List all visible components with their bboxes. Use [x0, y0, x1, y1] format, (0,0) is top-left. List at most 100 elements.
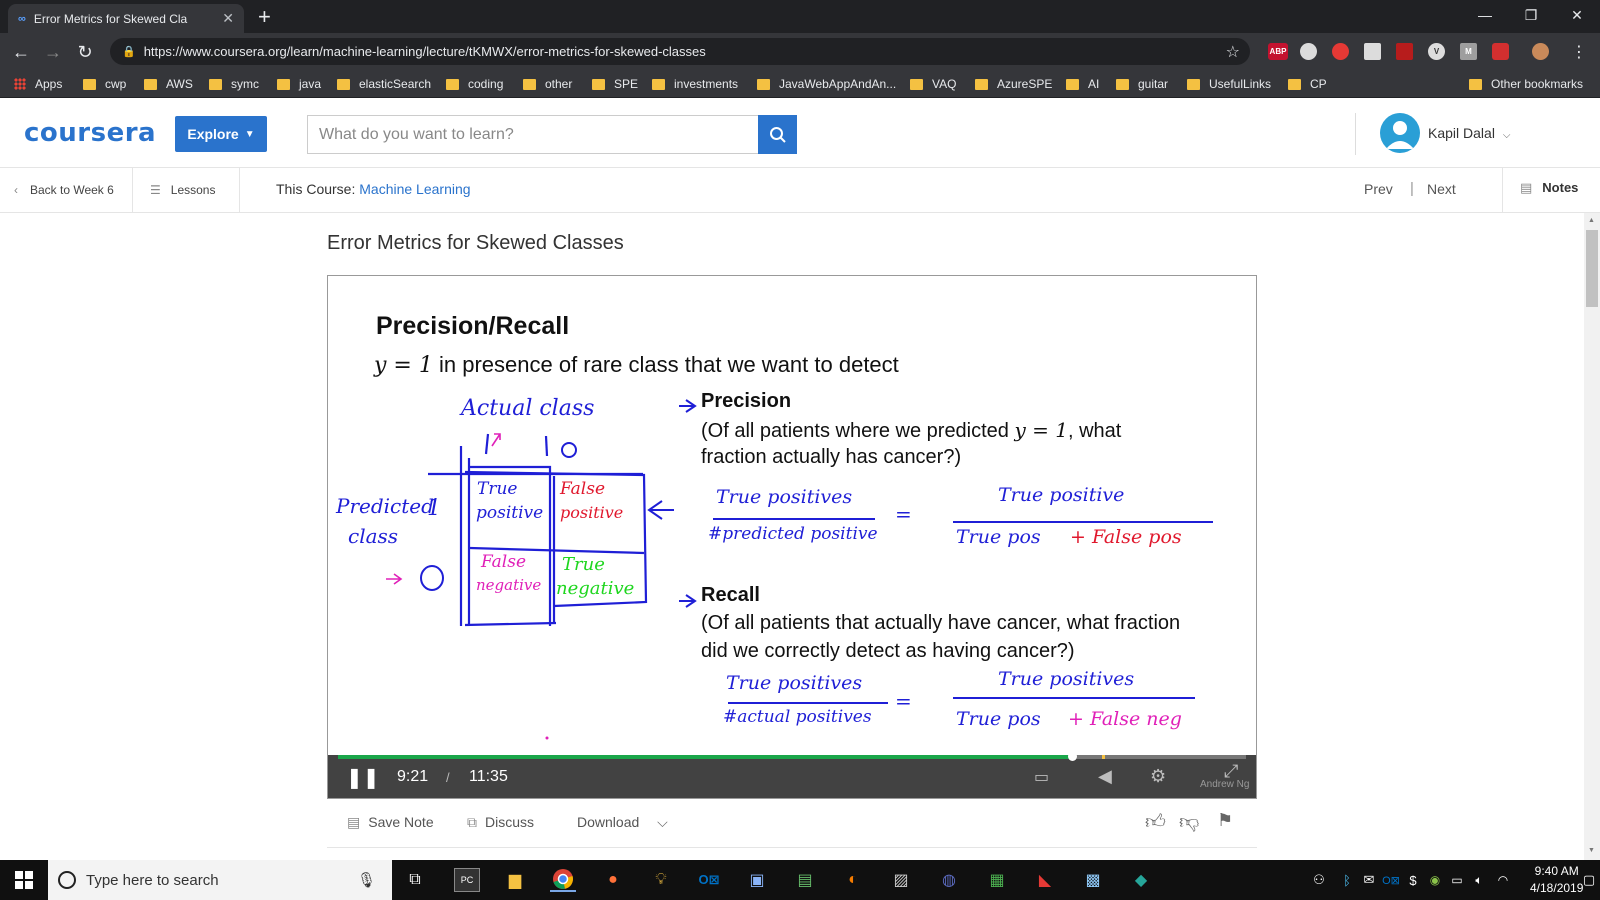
extension-m-icon[interactable]: M [1460, 43, 1477, 60]
search-input[interactable]: What do you want to learn? [307, 115, 759, 154]
bookmark-folder[interactable]: AWS [144, 76, 193, 92]
page-scrollbar[interactable]: ▲ ▼ [1584, 213, 1600, 860]
profile-avatar-icon[interactable] [1532, 43, 1549, 60]
address-bar[interactable]: 🔒 https://www.coursera.org/learn/machine… [110, 38, 1250, 65]
bookmark-folder[interactable]: AI [1066, 76, 1099, 92]
chrome-icon[interactable] [550, 868, 576, 892]
chrome-menu-icon[interactable]: ⋮ [1566, 39, 1592, 65]
image-viewer-icon[interactable]: ▩ [1080, 868, 1106, 892]
bookmark-folder[interactable]: other [523, 76, 572, 92]
globe-app-icon[interactable]: ◍ [936, 868, 962, 892]
bookmark-folder[interactable]: java [277, 76, 321, 92]
bookmark-folder[interactable]: symc [209, 76, 259, 92]
discuss-button[interactable]: ⧉ Discuss [467, 814, 534, 831]
scroll-down-icon[interactable]: ▼ [1588, 847, 1595, 854]
network-app-icon[interactable]: ▣ [744, 868, 770, 892]
bookmark-folder[interactable]: SPE [592, 76, 638, 92]
notes-button[interactable]: ▤ Notes [1520, 180, 1578, 196]
bookmark-folder[interactable]: guitar [1116, 76, 1168, 92]
extension-drive-icon[interactable] [1364, 43, 1381, 60]
scroll-up-icon[interactable]: ▲ [1588, 217, 1595, 224]
zero-circle [561, 442, 577, 458]
search-button[interactable] [758, 115, 797, 154]
eclipse-icon[interactable]: ◐ [840, 868, 866, 892]
sheets-icon[interactable]: ▦ [984, 868, 1010, 892]
flag-icon[interactable]: ⚑ [1217, 810, 1233, 831]
back-icon[interactable]: ← [8, 39, 34, 65]
file-explorer-icon[interactable]: ▆ [502, 868, 528, 892]
explore-button[interactable]: Explore ▼ [175, 116, 267, 152]
minimize-icon[interactable]: — [1462, 0, 1508, 30]
extension-circle-icon[interactable] [1300, 43, 1317, 60]
close-tab-icon[interactable]: ✕ [222, 10, 234, 27]
fullscreen-icon[interactable]: ⤢ [1224, 761, 1238, 782]
bookmark-folder[interactable]: UsefulLinks [1187, 76, 1271, 92]
course-link[interactable]: Machine Learning [359, 181, 470, 197]
bookmark-apps[interactable]: Apps [14, 76, 62, 92]
microphone-icon[interactable]: 🎙︎ [357, 871, 376, 889]
new-tab-button[interactable]: + [258, 4, 271, 30]
thumbs-down-icon[interactable]: 👎︎ [1179, 810, 1199, 834]
progress-bar[interactable] [338, 752, 1246, 761]
video-player[interactable]: Precision/Recall y = 1 in presence of ra… [327, 275, 1257, 799]
forward-icon[interactable]: → [40, 39, 66, 65]
bookmark-folder[interactable]: elasticSearch [337, 76, 431, 92]
restore-icon[interactable]: ❐ [1508, 0, 1554, 30]
extension-angular-icon[interactable] [1492, 43, 1509, 60]
photos-icon[interactable]: ▨ [888, 868, 914, 892]
taskbar-search-input[interactable]: Type here to search 🎙︎ [48, 860, 392, 900]
windows-start-icon[interactable] [11, 868, 37, 892]
people-icon[interactable]: ⚇ [1306, 868, 1332, 892]
bookmark-folder[interactable]: CP [1288, 76, 1327, 92]
divider [1502, 168, 1503, 213]
notepad-icon[interactable]: ▤ [792, 868, 818, 892]
folder-icon [446, 78, 459, 90]
bookmark-folder[interactable]: cwp [83, 76, 126, 92]
task-view-icon[interactable]: ⧉ [402, 868, 428, 892]
subtitles-icon[interactable]: ▭ [1034, 767, 1049, 787]
pycharm-icon[interactable]: PC [454, 868, 480, 892]
time-separator: / [446, 770, 450, 785]
coursera-logo[interactable]: coursera [24, 118, 156, 148]
adblock-extension-icon[interactable]: ABP [1268, 43, 1288, 60]
settings-gear-icon[interactable]: ⚙ [1150, 766, 1166, 787]
avatar[interactable] [1380, 113, 1420, 153]
bookmark-folder[interactable]: investments [652, 76, 738, 92]
download-button[interactable]: Download ⌵ [577, 814, 668, 831]
outlook-icon[interactable]: O⊠ [696, 868, 722, 892]
thumbs-up-icon[interactable]: 👍︎ [1145, 810, 1166, 834]
bookmark-folder[interactable]: AzureSPE [975, 76, 1052, 92]
gitkraken-icon[interactable]: ◆ [1128, 868, 1154, 892]
extension-pdf-icon[interactable] [1396, 43, 1413, 60]
speaker-icon[interactable]: 🔈︎ [1466, 868, 1492, 892]
reload-icon[interactable]: ↻ [72, 39, 98, 65]
next-button[interactable]: Next [1427, 181, 1456, 197]
volume-icon[interactable]: ◀ [1098, 766, 1112, 787]
prev-button[interactable]: Prev [1364, 181, 1393, 197]
bookmark-other[interactable]: Other bookmarks [1469, 76, 1583, 92]
user-menu[interactable]: Kapil Dalal ⌵ [1428, 125, 1510, 141]
back-to-week-link[interactable]: ‹ Back to Week 6 [14, 183, 114, 197]
scroll-thumb[interactable] [1586, 230, 1598, 307]
progress-knob[interactable] [1067, 752, 1077, 761]
wifi-icon[interactable]: ◠ [1490, 868, 1516, 892]
video-slide[interactable]: Precision/Recall y = 1 in presence of ra… [328, 276, 1256, 755]
firefox-icon[interactable]: ● [600, 868, 626, 892]
save-note-button[interactable]: ▤ Save Note [347, 814, 434, 831]
bookmark-folder[interactable]: VAQ [910, 76, 956, 92]
extension-power-icon[interactable] [1332, 43, 1349, 60]
browser-tab[interactable]: ∞ Error Metrics for Skewed Cla ✕ [8, 4, 244, 33]
extension-v-icon[interactable]: V [1428, 43, 1445, 60]
lecture-title: Error Metrics for Skewed Classes [327, 232, 624, 254]
lessons-link[interactable]: ☰ Lessons [150, 183, 215, 197]
bookmark-star-icon[interactable]: ☆ [1226, 42, 1240, 62]
recall-line-2: did we correctly detect as having cancer… [701, 640, 1075, 662]
progress-marker [1102, 755, 1105, 759]
acrobat-icon[interactable]: ◣ [1032, 868, 1058, 892]
notifications-icon[interactable]: ▢ [1576, 868, 1600, 892]
pause-icon[interactable]: ❚❚ [346, 765, 380, 790]
bookmark-folder[interactable]: JavaWebAppAndAn... [757, 76, 896, 92]
tips-icon[interactable]: 💡︎ [648, 868, 674, 892]
close-window-icon[interactable]: ✕ [1554, 0, 1600, 30]
bookmark-folder[interactable]: coding [446, 76, 503, 92]
